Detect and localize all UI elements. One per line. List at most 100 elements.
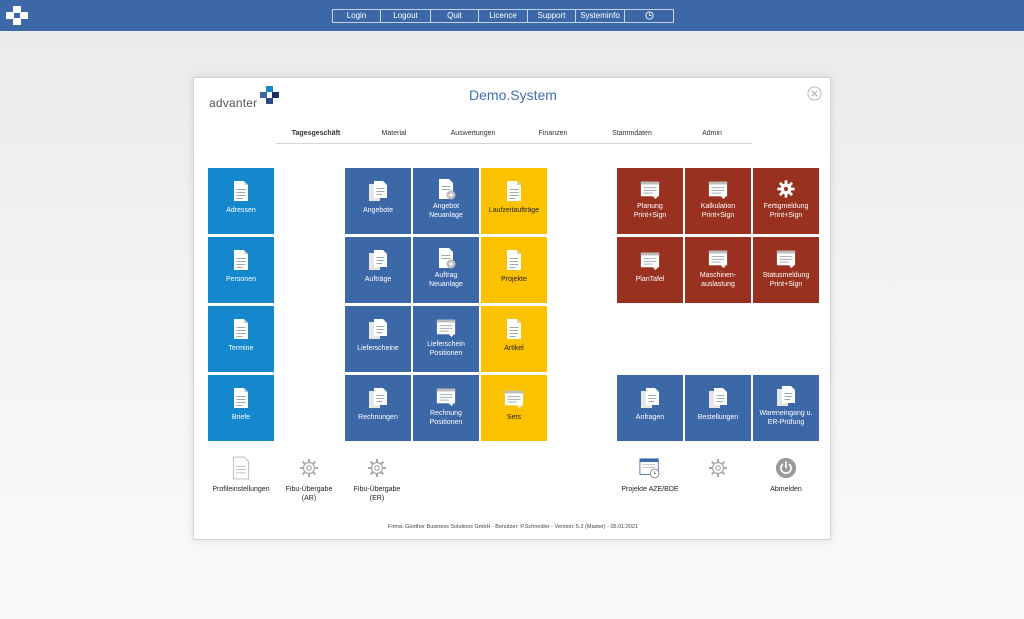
tile-briefe[interactable]: Briefe (208, 375, 274, 441)
tile-fertigmeldung[interactable]: Fertigmeldung Print+Sign (753, 168, 819, 234)
tile-angebot-neuanlage[interactable]: Angebot Neuanlage (413, 168, 479, 234)
tile-label: Sets (506, 414, 521, 421)
tile-label: Rechnungen (358, 414, 398, 421)
tile-label: Laufzeitaufträge (488, 207, 540, 214)
close-icon[interactable] (807, 86, 822, 101)
calendar-clock-icon (639, 458, 660, 479)
tile-wareneingang[interactable]: Wareneingang u. ER-Prüfung (753, 375, 819, 441)
board-icon (640, 178, 660, 200)
tile-adressen[interactable]: Adressen (208, 168, 274, 234)
document-icon (504, 180, 524, 202)
bottom-label: Abmelden (770, 486, 802, 493)
tile-plantafel[interactable]: PlanTafel (617, 237, 683, 303)
gear-icon (366, 456, 388, 480)
document-add-icon (436, 247, 456, 269)
tile-label: Statusmeldung Print+Sign (762, 272, 810, 288)
board-icon (436, 385, 456, 407)
tile-maschinenauslastung[interactable]: Maschinen- auslastung (685, 237, 751, 303)
tile-statusmeldung[interactable]: Statusmeldung Print+Sign (753, 237, 819, 303)
board-icon (708, 247, 728, 269)
tile-anfragen[interactable]: Anfragen (617, 375, 683, 441)
document-icon (504, 249, 524, 271)
power-icon (775, 457, 797, 479)
tile-planung[interactable]: Planung Print+Sign (617, 168, 683, 234)
profileinstellungen-button[interactable]: Profileinstellungen (206, 456, 276, 495)
tile-label: Kalkulation Print+Sign (700, 203, 736, 219)
fibu-er-button[interactable]: Fibu-Übergabe (ER) (342, 456, 412, 503)
documents-icon (776, 385, 796, 407)
tile-label: Auftrag Neuanlage (429, 272, 463, 288)
tile-label: Fertigmeldung Print+Sign (763, 203, 809, 219)
tab-tagesgeschaeft[interactable]: Tagesgeschäft (292, 130, 341, 137)
tile-laufzeitauftraege[interactable]: Laufzeitaufträge (481, 168, 547, 234)
tile-angebote[interactable]: Angebote (345, 168, 411, 234)
document-icon (231, 387, 251, 409)
tab-material[interactable]: Material (382, 130, 407, 137)
tab-admin[interactable]: Admin (702, 130, 722, 137)
tile-label: Planung Print+Sign (633, 203, 667, 219)
gear-icon (707, 456, 729, 480)
documents-icon (368, 387, 388, 409)
tile-kalkulation[interactable]: Kalkulation Print+Sign (685, 168, 751, 234)
clock-button[interactable] (625, 10, 673, 22)
documents-icon (640, 387, 660, 409)
board-icon (708, 178, 728, 200)
tile-label: Lieferscheine (357, 345, 399, 352)
board-icon (776, 247, 796, 269)
logout-button[interactable]: Logout (381, 10, 431, 22)
page-title: Demo.System (469, 87, 557, 103)
document-icon (231, 318, 251, 340)
tile-label: Anfragen (635, 414, 665, 421)
bottom-label: Profileinstellungen (212, 486, 270, 493)
settings-button[interactable] (683, 456, 753, 480)
tile-rechnung-positionen[interactable]: Rechnung Positionen (413, 375, 479, 441)
document-icon (231, 180, 251, 202)
tile-lieferschein-positionen[interactable]: Lieferschein Positionen (413, 306, 479, 372)
systeminfo-button[interactable]: Systeminfo (576, 10, 625, 22)
tile-artikel[interactable]: Artikel (481, 306, 547, 372)
tile-label: PlanTafel (635, 276, 665, 283)
top-menu: Login Logout Quit Licence Support System… (332, 9, 674, 23)
quit-button[interactable]: Quit (431, 10, 479, 22)
document-add-icon (436, 178, 456, 200)
tab-stammdaten[interactable]: Stammdaten (612, 130, 652, 137)
tile-label: Maschinen- auslastung (699, 272, 737, 288)
documents-icon (368, 180, 388, 202)
tile-label: Briefe (231, 414, 251, 421)
tab-finanzen[interactable]: Finanzen (539, 130, 568, 137)
tile-sets[interactable]: Sets (481, 375, 547, 441)
tile-label: Aufträge (364, 276, 392, 283)
tile-label: Artikel (504, 345, 524, 352)
gear-icon (298, 456, 320, 480)
bottom-label: Fibu-Übergabe (ER) (353, 486, 401, 502)
tile-label: Adressen (226, 207, 256, 214)
tile-bestellungen[interactable]: Bestellungen (685, 375, 751, 441)
main-panel: advanter Demo.System Tagesgeschäft Mater… (193, 77, 831, 540)
board-icon (640, 249, 660, 271)
tile-label: Termine (228, 345, 254, 352)
tile-projekte[interactable]: Projekte (481, 237, 547, 303)
projekte-aze-bde-button[interactable]: Projekte AZE/BDE (615, 456, 685, 495)
login-button[interactable]: Login (333, 10, 381, 22)
clock-icon (644, 11, 654, 20)
tile-termine[interactable]: Termine (208, 306, 274, 372)
status-footer: Firma: Günther Business Solutions GmbH -… (388, 524, 638, 530)
tile-rechnungen[interactable]: Rechnungen (345, 375, 411, 441)
tile-auftrag-neuanlage[interactable]: Auftrag Neuanlage (413, 237, 479, 303)
fibu-ar-button[interactable]: Fibu-Übergabe (AR) (274, 456, 344, 503)
tile-auftraege[interactable]: Aufträge (345, 237, 411, 303)
tile-label: Wareneingang u. ER-Prüfung (759, 410, 813, 426)
tile-label: Rechnung Positionen (429, 410, 463, 426)
bottom-label: Projekte AZE/BDE (621, 486, 679, 493)
abmelden-button[interactable]: Abmelden (751, 456, 821, 495)
tile-label: Angebot Neuanlage (429, 203, 463, 219)
tab-auswertungen[interactable]: Auswertungen (451, 130, 496, 137)
tile-label: Lieferschein Positionen (427, 341, 465, 357)
documents-icon (708, 387, 728, 409)
documents-icon (368, 249, 388, 271)
document-icon (231, 249, 251, 271)
licence-button[interactable]: Licence (479, 10, 528, 22)
tile-personen[interactable]: Personen (208, 237, 274, 303)
support-button[interactable]: Support (528, 10, 576, 22)
tile-lieferscheine[interactable]: Lieferscheine (345, 306, 411, 372)
